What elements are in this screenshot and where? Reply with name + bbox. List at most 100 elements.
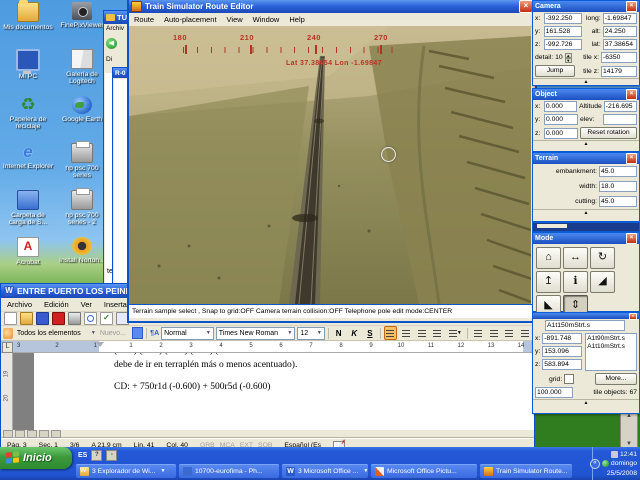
tray-antivirus-icon[interactable] [602,460,609,467]
start-button[interactable]: Inicio [0,447,72,469]
terrain-row-field[interactable]: 18.0 [599,181,637,192]
placement-z-field[interactable]: 583.894 [542,359,582,370]
camera-alt-field[interactable]: 24.250 [603,26,637,37]
mode-embankment-tool-button[interactable]: ◢ [590,271,615,293]
camera-panel-collapse-handle[interactable]: ▲ [533,78,639,86]
desktop-icon[interactable]: Google Earth [56,96,108,138]
close-icon[interactable]: × [626,89,637,100]
underline-button[interactable]: S [363,326,377,340]
taskbar-button[interactable]: 10700-eurofima - Ph... ▼ [179,464,279,478]
align-left-button[interactable] [384,326,398,340]
mode-object-info-button[interactable]: ℹ [563,271,588,293]
object-y-field[interactable]: 0.000 [544,114,578,125]
reading-view-icon[interactable] [51,430,61,438]
desktop-icon[interactable]: e Internet Explorer [2,143,54,185]
shape-name-field[interactable]: A1t150mStrt.s [545,320,625,331]
camera-long-field[interactable]: -1.69847 [603,13,637,24]
desktop-icon[interactable]: hp psc 700 series - 2 [56,190,108,232]
close-icon[interactable]: × [519,0,533,13]
more-button[interactable]: More... [595,373,637,385]
desktop-icon[interactable]: hp psc 700 series [56,143,108,185]
font-combo[interactable]: Times New Roman▼ [216,327,296,340]
mode-rotate-object-button[interactable]: ↻ [590,247,615,269]
object-elev-field[interactable] [603,114,637,125]
tab-selector[interactable]: L [2,342,13,353]
taskbar-button[interactable]: W 3 Explorador de Wi... ▼ [76,464,176,478]
open-icon[interactable] [20,312,33,325]
desktop-icon[interactable]: A Acrobat [2,237,54,279]
menu-item[interactable]: Edición [44,300,69,309]
camera-tilex-field[interactable]: -6350 [601,52,637,63]
normal-view-icon[interactable] [3,430,13,438]
close-icon[interactable]: × [629,313,637,320]
scale-field[interactable]: 100.000 [535,387,573,398]
shape-list-item[interactable]: A1t10mStrt.s [587,343,635,351]
print-icon[interactable] [68,312,81,325]
mode-panel-titlebar[interactable]: Mode × [533,233,639,244]
camera-tilez-field[interactable]: 14179 [601,66,637,77]
spelling-icon[interactable]: ✓ [100,312,113,325]
desktop-icon[interactable]: Mi PC [2,49,54,91]
camera-y-field[interactable]: 161.528 [544,26,582,37]
menu-item[interactable]: View [227,15,243,24]
justify-button[interactable] [431,326,445,340]
close-icon[interactable]: × [626,233,637,244]
desktop-icon[interactable]: Install Norton... [56,237,108,279]
style-combo[interactable]: Normal▼ [161,327,214,340]
desktop-icon[interactable]: ♻ Papelera de reciclaje [2,96,54,138]
camera-x-field[interactable]: -392.250 [544,13,582,24]
desktop-icon[interactable]: Galería de Logitech [56,49,108,91]
save-icon[interactable] [36,312,49,325]
bullet-list-button[interactable] [487,326,501,340]
object-z-field[interactable]: 0.000 [544,128,578,139]
object-panel-collapse-handle[interactable]: ▲ [533,140,639,148]
shape-list-item[interactable]: A1t90mStrt.s [587,335,635,343]
show-markup-dropdown[interactable]: Todos los elementos▼ [15,328,98,339]
desktop-icon[interactable]: Carpeta de carga de S... [2,190,54,232]
close-icon[interactable]: × [626,1,637,12]
outline-view-icon[interactable] [39,430,49,438]
terrain-row-field[interactable]: 45.0 [599,196,637,207]
terrain-panel-titlebar[interactable]: Terrain × [533,153,639,164]
font-size-combo[interactable]: 12▼ [297,327,325,340]
align-right-button[interactable] [415,326,429,340]
close-icon[interactable]: × [626,153,637,164]
route-editor-titlebar[interactable]: Train Simulator Route Editor × [129,0,535,13]
web-view-icon[interactable] [15,430,25,438]
indent-marker[interactable] [96,342,104,347]
object-altitude-field[interactable]: -216.695 [604,101,637,112]
placement-x-field[interactable]: -891.748 [542,333,582,344]
line-spacing-dropdown[interactable]: ▼ [446,326,464,340]
document-page[interactable]: ( ..... ) ( ..... ) ( ..... ) ( ..... ) … [34,353,534,430]
menu-item[interactable]: Insertar [104,300,129,309]
terrain-row-field[interactable]: 45.0 [599,166,637,177]
taskbar-button[interactable]: Train Simulator Route... ▼ [480,464,572,478]
menu-item[interactable]: Help [289,15,304,24]
camera-panel-titlebar[interactable]: Camera × [533,1,639,12]
reset-rotation-button[interactable]: Reset rotation [580,127,637,139]
styles-pane-icon[interactable]: ¶A [150,330,159,337]
print-preview-icon[interactable] [84,312,97,325]
bold-button[interactable]: N [332,326,346,340]
align-center-button[interactable] [399,326,413,340]
language-indicator[interactable]: ES [78,452,87,459]
grid-checkbox[interactable] [564,374,574,384]
shape-listbox[interactable]: A1t90mStrt.sA1t10mStrt.s [585,333,637,371]
italic-button[interactable]: K [347,326,361,340]
document-area[interactable]: 1920 ( ..... ) ( ..... ) ( ..... ) ( ...… [1,353,534,430]
numbered-list-button[interactable] [471,326,485,340]
placement-panel-collapse-handle[interactable]: ▲ [533,399,639,407]
detail-spinner[interactable]: ▲▼ [565,53,572,62]
taskbar-button[interactable]: Microsoft Office Pictu... ▼ [371,464,477,478]
increase-indent-button[interactable] [518,326,532,340]
desktop-icon[interactable]: FinePixViewer [56,2,108,44]
object-panel-titlebar[interactable]: Object × [533,89,639,100]
menu-item[interactable]: Auto-placement [164,15,217,24]
decrease-indent-button[interactable] [503,326,517,340]
terrain-3d-viewport[interactable]: 180210240270 Lat 37.38654 Lon -1.69847 [129,26,531,304]
placement-y-field[interactable]: 153.096 [542,346,582,357]
camera-lat-field[interactable]: 37.38654 [603,39,637,50]
back-icon[interactable]: ◀ [106,38,117,49]
menu-item[interactable]: Window [253,15,280,24]
mode-place-object-button[interactable]: ⌂ [536,247,561,269]
